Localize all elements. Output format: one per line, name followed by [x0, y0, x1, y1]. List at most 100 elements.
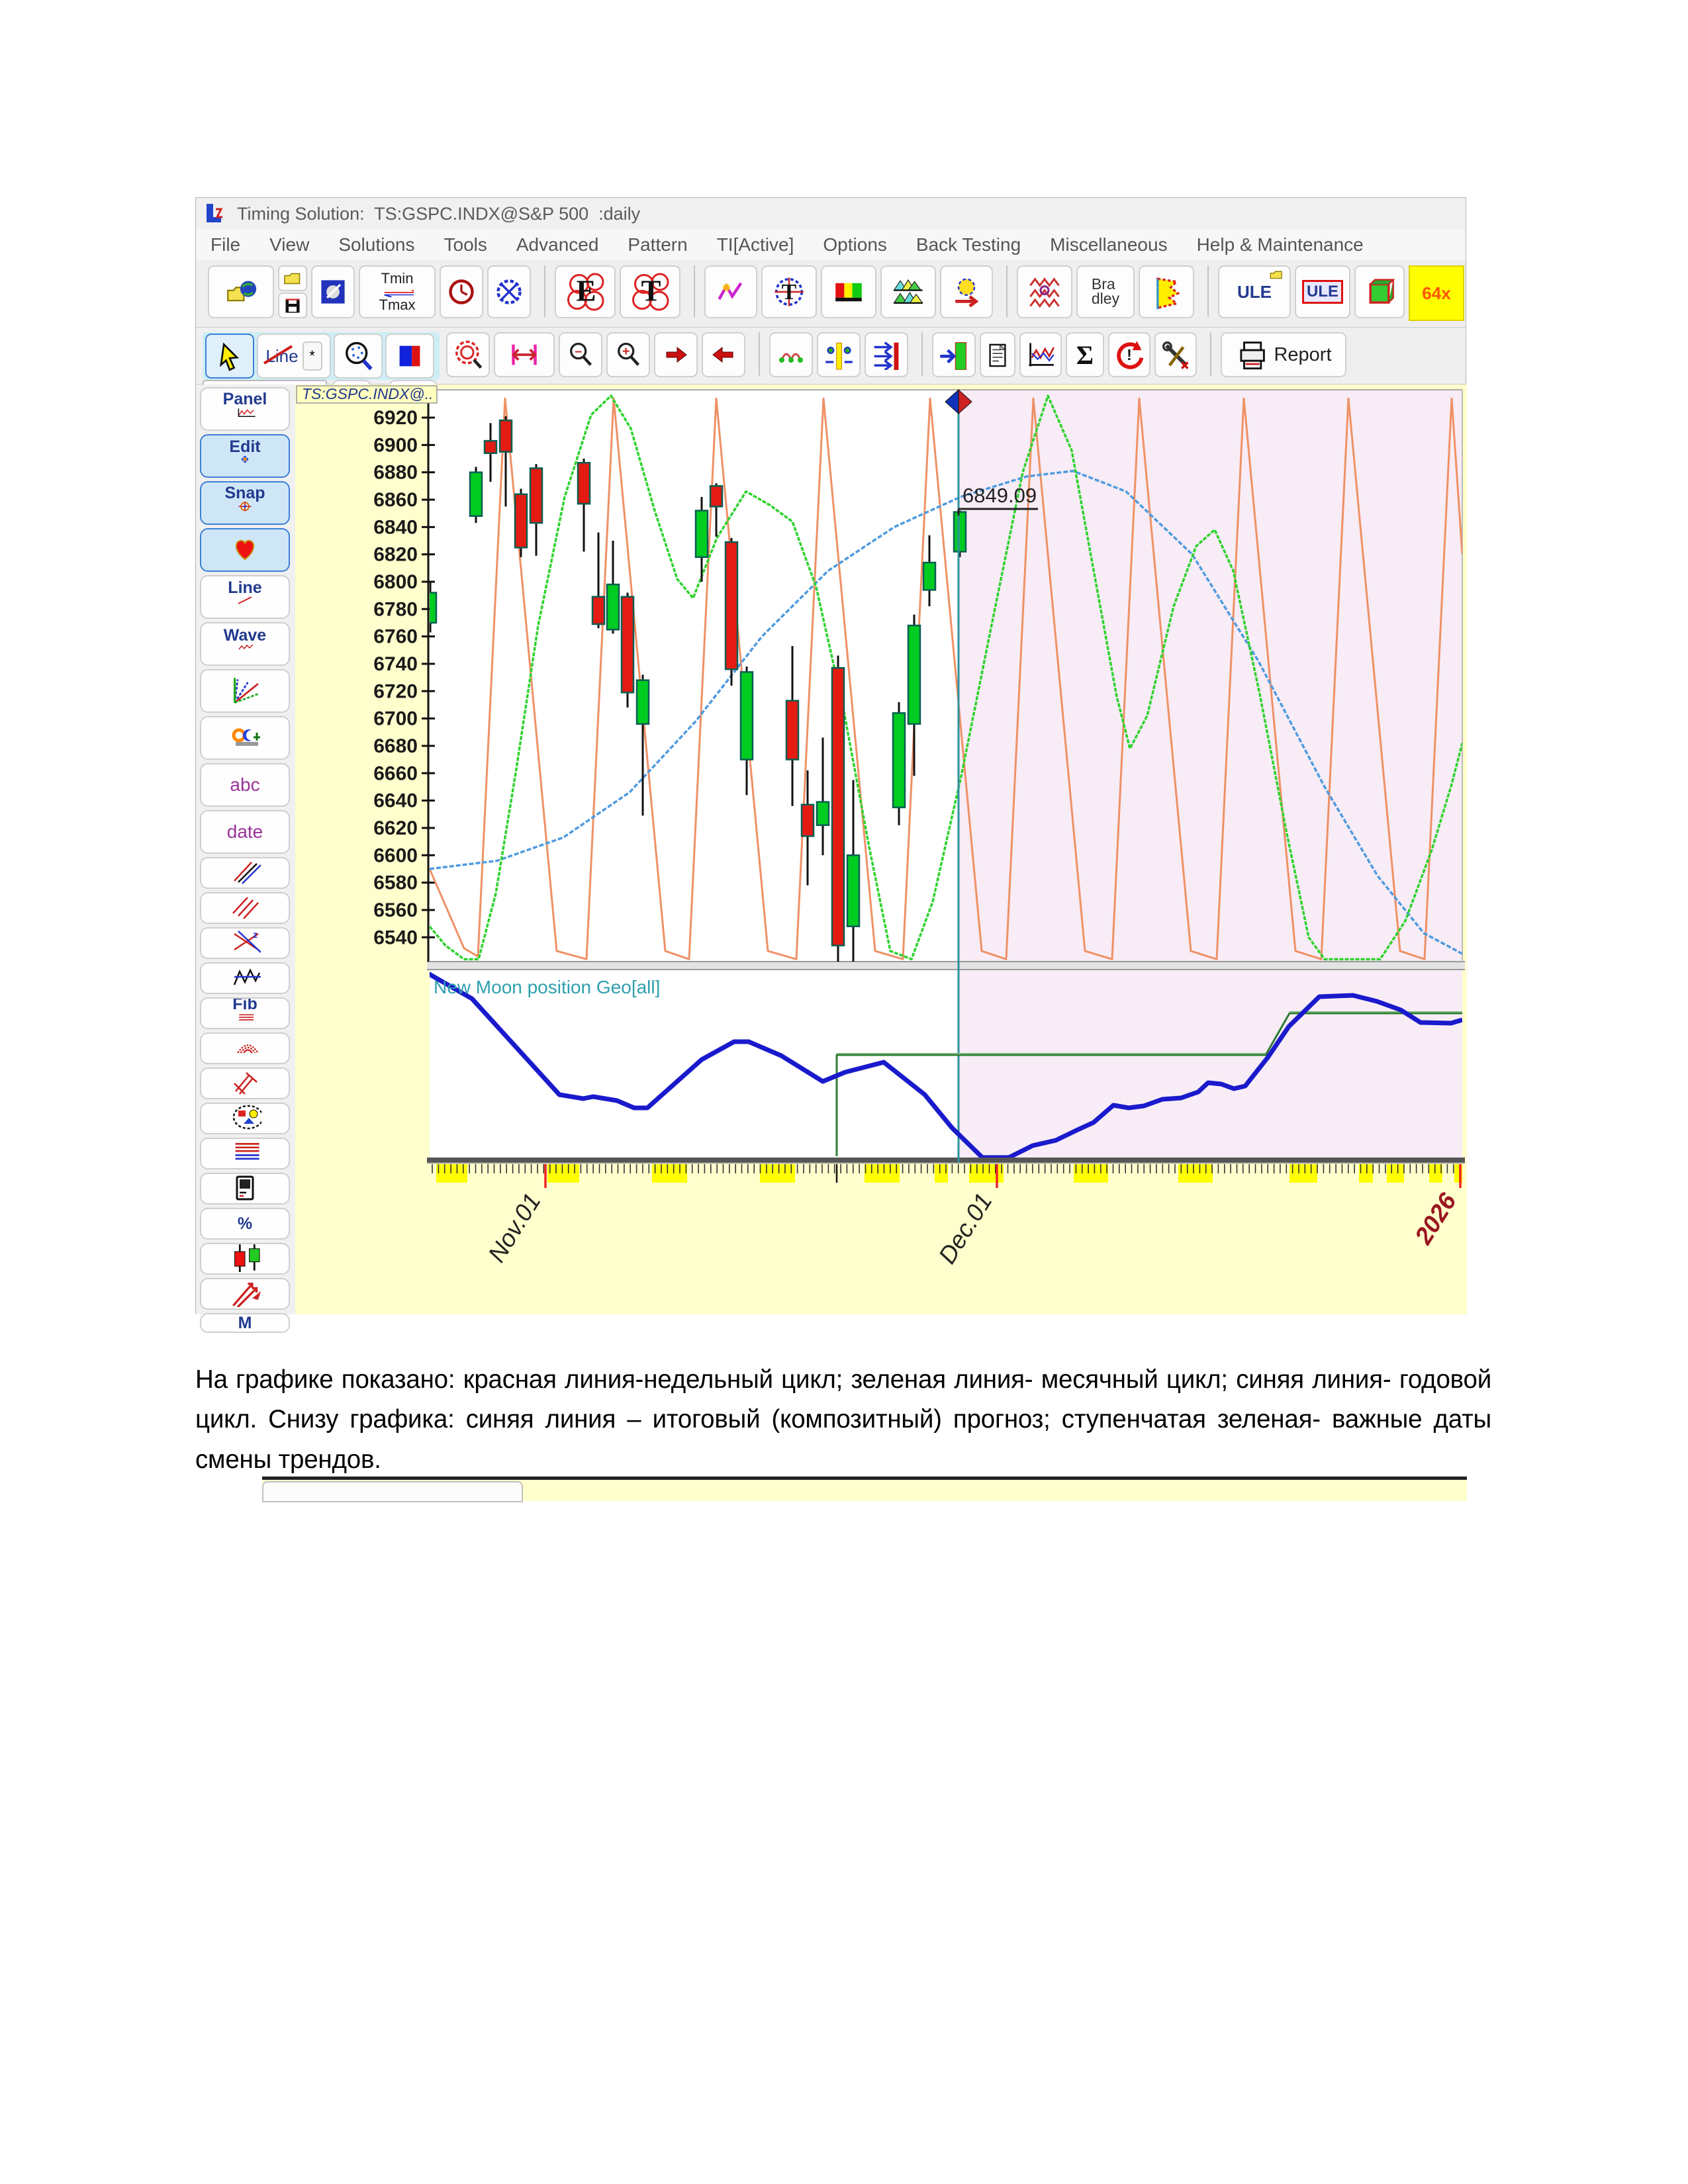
line-icon [232, 596, 258, 614]
wave-star-button[interactable] [1017, 265, 1072, 318]
sidebar-item-snap[interactable]: Snap [200, 481, 290, 525]
sidebar-item-hatch-lines[interactable] [200, 892, 290, 924]
ule-open-button[interactable]: ULE [1218, 265, 1291, 318]
panel-color-button[interactable] [385, 334, 434, 379]
sidebar-item-crossed-lines[interactable]: z [200, 927, 290, 959]
chart-grid-button[interactable] [1019, 332, 1062, 377]
menu-item-pattern[interactable]: Pattern [628, 234, 687, 255]
menu-item-help-maintenance[interactable]: Help & Maintenance [1197, 234, 1364, 255]
toolbar-separator [921, 332, 923, 376]
split-bar-button[interactable] [817, 332, 861, 377]
sidebar-item-pitchfork[interactable] [200, 1068, 290, 1099]
sidebar-item-shapes[interactable] [200, 1103, 290, 1134]
sidebar-item-percent[interactable]: % [200, 1208, 290, 1240]
bradley-button[interactable]: Bradley [1076, 265, 1135, 318]
chart-toolbar: Line*–+Σ!ReportTime∨1Y [196, 328, 1466, 385]
sidebar-item-planets[interactable] [200, 716, 290, 760]
menu-item-miscellaneous[interactable]: Miscellaneous [1050, 234, 1167, 255]
menu-item-options[interactable]: Options [823, 234, 887, 255]
sidebar-item-favorite[interactable] [200, 528, 290, 572]
title-bar: Timing Solution: TS:GSPC.INDX@S&P 500 :d… [196, 198, 1466, 230]
speed-badge[interactable]: 64x [1409, 265, 1464, 321]
menu-item-file[interactable]: File [211, 234, 240, 255]
candle-pair-icon [229, 1243, 261, 1275]
svg-text:6720: 6720 [373, 680, 418, 702]
save-button[interactable] [278, 293, 307, 318]
zoom-pattern-button[interactable] [334, 334, 383, 379]
zigzag-button[interactable] [704, 265, 757, 318]
wheel-button[interactable] [487, 265, 531, 318]
flag-button[interactable] [1139, 265, 1194, 318]
astro-t-button[interactable]: T [761, 265, 817, 318]
coin-button[interactable] [940, 265, 993, 318]
svg-text:6740: 6740 [373, 653, 418, 675]
arc-cycles-button[interactable] [769, 332, 813, 377]
toolbar-separator [694, 265, 695, 317]
svg-text:z: z [253, 929, 258, 940]
svg-text:6660: 6660 [373, 762, 418, 784]
menu-item-ti-active-[interactable]: TI[Active] [717, 234, 794, 255]
hlines-icon [229, 1140, 261, 1167]
cube-button[interactable] [1354, 265, 1405, 318]
sidebar-item-triangle-wave[interactable] [200, 962, 290, 994]
menu-item-solutions[interactable]: Solutions [338, 234, 414, 255]
sidebar-item-panel[interactable]: Panel [200, 387, 290, 431]
sum-button[interactable]: Σ [1066, 332, 1104, 377]
sidebar-item-abc-label[interactable]: abc [200, 763, 290, 807]
sidebar-item-monitor[interactable] [200, 1173, 290, 1205]
sidebar-item-wave[interactable]: Wave [200, 622, 290, 666]
sidebar-item-label: Wave [224, 627, 266, 644]
ule-box-button[interactable]: ULE [1295, 265, 1350, 318]
menu-item-view[interactable]: View [269, 234, 309, 255]
svg-text:6700: 6700 [373, 708, 418, 730]
sidebar-item-parallel-lines[interactable] [200, 857, 290, 889]
svg-text:New Moon position Geo[all]: New Moon position Geo[all] [434, 977, 660, 997]
zoom-out-button[interactable]: – [559, 332, 602, 377]
sidebar-item-edit[interactable]: Edit [200, 434, 290, 478]
scroll-left-button[interactable] [702, 332, 745, 377]
sidebar-item-label: Edit [229, 439, 260, 455]
svg-text:6600: 6600 [373, 844, 418, 866]
eclipse-t-button[interactable]: T [620, 265, 680, 318]
sidebar-item-line[interactable]: Line [200, 575, 290, 619]
menu-item-back-testing[interactable]: Back Testing [916, 234, 1021, 255]
doc-button[interactable] [980, 332, 1015, 377]
clock-button[interactable] [440, 265, 483, 318]
width-button[interactable] [494, 332, 555, 377]
settings-tools-button[interactable] [1154, 332, 1197, 377]
svg-text:6580: 6580 [373, 872, 418, 894]
svg-text:6920: 6920 [373, 407, 418, 429]
sidebar-item-hlines[interactable] [200, 1138, 290, 1169]
sidebar-item-fib[interactable]: Fib [200, 997, 290, 1029]
svg-text:6780: 6780 [373, 598, 418, 620]
price-chart[interactable]: 6920690068806860684068206800678067606740… [295, 385, 1467, 1314]
zoom-in-button[interactable]: + [606, 332, 650, 377]
scroll-right-button[interactable] [654, 332, 698, 377]
sidebar-item-partial-m[interactable]: M [200, 1313, 290, 1333]
spectrum-button[interactable] [880, 265, 936, 318]
download-quotes-button[interactable] [311, 265, 355, 318]
fib-icon [229, 1013, 261, 1029]
go-last-button[interactable] [932, 332, 976, 377]
menu-item-tools[interactable]: Tools [444, 234, 487, 255]
bottom-tab[interactable] [262, 1481, 523, 1502]
shift-to-end-button[interactable] [865, 332, 908, 377]
colorbar-button[interactable] [821, 265, 876, 318]
svg-text:E: E [576, 275, 596, 308]
sidebar-item-arcs[interactable] [200, 1032, 290, 1064]
tmin-tmax-button[interactable]: TminTmax [359, 265, 436, 318]
zoom-special-button[interactable] [446, 332, 490, 377]
drawing-sidebar: PanelEditSnapLineWaveabcdatezFib%M [196, 385, 295, 1314]
cursor-tool-button[interactable] [205, 334, 254, 379]
report-button[interactable]: Report [1221, 332, 1346, 377]
open-world-button[interactable] [208, 265, 274, 318]
sidebar-item-candle-pair[interactable] [200, 1243, 290, 1275]
open-file-button[interactable] [278, 265, 307, 291]
eclipse-e-button[interactable]: E [555, 265, 616, 318]
refresh-button[interactable]: ! [1108, 332, 1150, 377]
sidebar-item-red-arrows[interactable] [200, 1278, 290, 1310]
menu-item-advanced[interactable]: Advanced [516, 234, 599, 255]
line-tool-button[interactable]: Line* [257, 334, 331, 379]
sidebar-item-date-label[interactable]: date [200, 810, 290, 854]
sidebar-item-fan-lines[interactable] [200, 669, 290, 713]
